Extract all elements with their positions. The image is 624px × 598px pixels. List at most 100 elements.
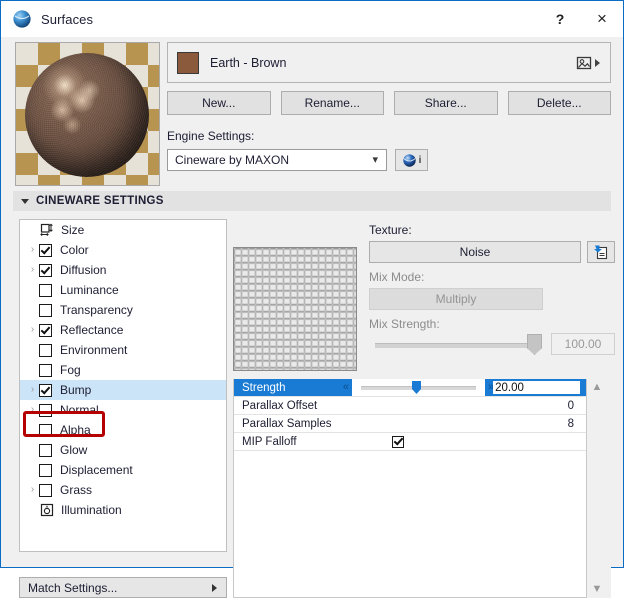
tree-checkbox-transparency[interactable] (39, 304, 52, 317)
expand-chevron-icon[interactable]: › (26, 245, 39, 255)
mix-strength-slider-thumb (527, 334, 542, 355)
strength-slider-thumb[interactable] (412, 381, 421, 394)
mix-strength-slider-track (375, 343, 535, 348)
engine-select[interactable]: Cineware by MAXON ▾ (167, 149, 387, 171)
tree-checkbox-fog[interactable] (39, 364, 52, 377)
strength-input[interactable]: 20.00 (493, 381, 580, 394)
tree-checkbox-luminance[interactable] (39, 284, 52, 297)
tree-item-label: Environment (60, 343, 127, 357)
close-button[interactable]: × (581, 2, 623, 36)
tree-item-label: Normal (60, 403, 99, 417)
chevron-down-icon: ▾ (372, 155, 378, 166)
tree-item-label: Alpha (60, 423, 91, 437)
tree-checkbox-glow[interactable] (39, 444, 52, 457)
tree-item-label: Displacement (60, 463, 133, 477)
param-value[interactable]: 8 (352, 415, 586, 432)
tree-checkbox-grass[interactable] (39, 484, 52, 497)
param-name-strength: Strength « (234, 379, 352, 396)
tree-item-label: Bump (60, 383, 91, 397)
title-bar: Surfaces ? × (1, 1, 623, 37)
param-row[interactable]: Parallax Offset 0 (234, 397, 586, 415)
param-label: MIP Falloff (242, 436, 297, 448)
expand-chevron-icon[interactable]: › (26, 385, 39, 395)
param-label: Parallax Offset (242, 400, 317, 412)
parameter-grid: Strength « »20.00 Parallax Offset 0Parallax … (233, 379, 587, 598)
delete-button[interactable]: Delete... (508, 91, 612, 115)
tree-checkbox-color[interactable] (39, 244, 52, 257)
param-checkbox-mip-falloff[interactable] (392, 436, 404, 448)
dialog-content: Earth - Brown New... Rename... Share... … (1, 37, 623, 567)
tree-checkbox-reflectance[interactable] (39, 324, 52, 337)
match-settings-button[interactable]: Match Settings... (19, 577, 227, 598)
tree-item-size[interactable]: Size (20, 220, 226, 240)
rename-button[interactable]: Rename... (281, 91, 385, 115)
help-button[interactable]: ? (539, 2, 581, 36)
param-row[interactable]: Strength « »20.00 (234, 379, 586, 397)
tree-item-displacement[interactable]: Displacement (20, 460, 226, 480)
parameter-scrollbar[interactable]: ▲ ▼ (589, 379, 605, 598)
tree-item-reflectance[interactable]: ›Reflectance (20, 320, 226, 340)
param-name-parallax-samples: Parallax Samples (234, 415, 352, 432)
tree-item-transparency[interactable]: Transparency (20, 300, 226, 320)
tree-checkbox-bump[interactable] (39, 384, 52, 397)
tree-item-bump[interactable]: › Bump (20, 380, 226, 400)
param-row[interactable]: MIP Falloff (234, 433, 586, 451)
match-settings-label: Match Settings... (28, 581, 117, 595)
texture-button[interactable]: Noise (369, 241, 581, 263)
tree-item-diffusion[interactable]: › Diffusion (20, 260, 226, 280)
param-value[interactable]: 0 (352, 397, 586, 414)
tree-checkbox-normal[interactable] (39, 404, 52, 417)
tree-item-grass[interactable]: ›Grass (20, 480, 226, 500)
expand-chevron-icon[interactable]: › (26, 485, 39, 495)
param-checkbox-cell (352, 433, 586, 450)
expand-chevron-icon[interactable]: › (26, 265, 39, 275)
material-selector[interactable]: Earth - Brown (167, 42, 611, 83)
tree-item-normal[interactable]: › Normal (20, 400, 226, 420)
chevron-double-right-icon[interactable]: » (488, 382, 492, 393)
tree-item-alpha[interactable]: Alpha (20, 420, 226, 440)
tree-item-label: Illumination (61, 503, 122, 517)
mix-strength-label: Mix Strength: (369, 317, 440, 331)
param-slider-cell[interactable]: »20.00 (352, 379, 586, 396)
new-button[interactable]: New... (167, 91, 271, 115)
param-row[interactable]: Parallax Samples8 (234, 415, 586, 433)
preview-sphere (25, 53, 149, 177)
tree-checkbox-diffusion[interactable] (39, 264, 52, 277)
engine-info-button[interactable]: i (395, 149, 428, 171)
share-button[interactable]: Share... (394, 91, 498, 115)
image-icon[interactable] (576, 55, 592, 71)
tree-item-label: Color (60, 243, 89, 257)
mix-mode-field: Multiply (369, 288, 543, 310)
sphere-icon (12, 9, 32, 29)
tree-item-illumination[interactable]: Illumination (20, 500, 226, 520)
engine-settings-label: Engine Settings: (167, 129, 254, 143)
material-color-swatch (177, 52, 199, 74)
cineware-settings-header[interactable]: CINEWARE SETTINGS (13, 191, 611, 211)
param-label: Strength (242, 382, 285, 394)
tree-item-label: Transparency (60, 303, 133, 317)
tree-item-environment[interactable]: Environment (20, 340, 226, 360)
engine-info-label: i (419, 155, 422, 166)
tree-checkbox-displacement[interactable] (39, 464, 52, 477)
scroll-up-icon[interactable]: ▲ (592, 379, 603, 396)
caret-down-icon (21, 199, 29, 204)
expand-chevron-icon[interactable]: › (26, 405, 39, 415)
tree-item-fog[interactable]: Fog (20, 360, 226, 380)
strength-value-wrap: »20.00 (485, 379, 586, 396)
sphere-icon (402, 153, 417, 168)
tree-item-glow[interactable]: Glow (20, 440, 226, 460)
tree-item-luminance[interactable]: Luminance (20, 280, 226, 300)
tree-item-label: Diffusion (60, 263, 106, 277)
texture-preview[interactable] (233, 247, 357, 371)
expand-chevron-icon[interactable]: › (26, 325, 39, 335)
tree-checkbox-environment[interactable] (39, 344, 52, 357)
tree-checkbox-alpha[interactable] (39, 424, 52, 437)
load-document-icon[interactable] (587, 241, 615, 263)
tree-item-label: Glow (60, 443, 87, 457)
material-dropdown-arrow-icon[interactable] (595, 59, 600, 67)
tree-item-color[interactable]: › Color (20, 240, 226, 260)
channel-tree[interactable]: Size › Color › Diffusion Luminance Transparenc… (19, 219, 227, 552)
resize-icon (39, 223, 54, 238)
chevron-double-left-icon[interactable]: « (343, 382, 347, 393)
engine-select-value: Cineware by MAXON (175, 153, 289, 167)
